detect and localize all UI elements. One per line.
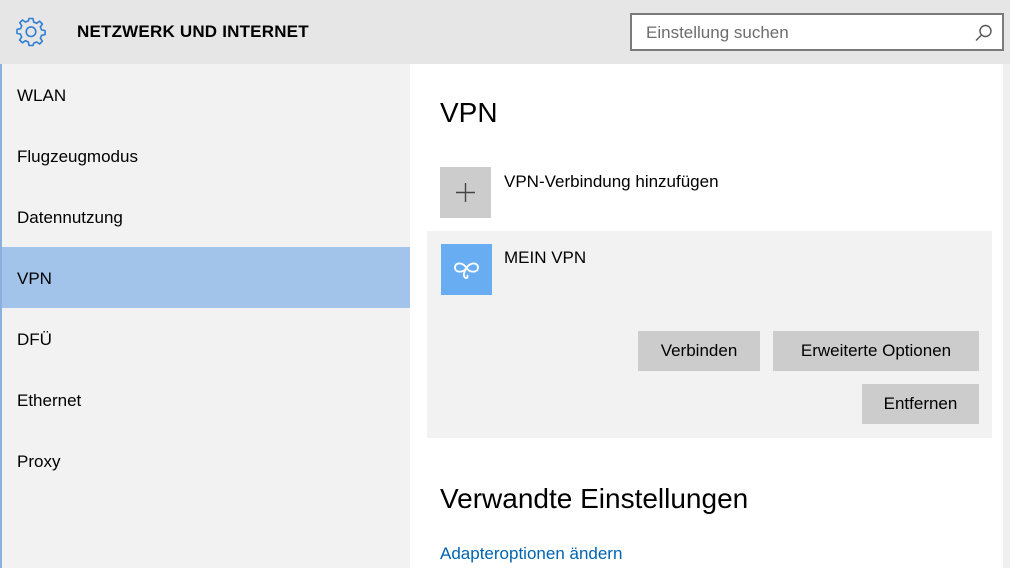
search-box[interactable] — [630, 13, 1004, 51]
vpn-connection-tile — [441, 244, 492, 295]
vpn-connection-card[interactable]: MEIN VPN Verbinden Erweiterte Optionen E… — [427, 231, 992, 438]
page-title: VPN — [440, 97, 498, 128]
title-bar: NETZWERK UND INTERNET — [0, 0, 1010, 64]
app-title: NETZWERK UND INTERNET — [77, 22, 309, 41]
add-vpn-button[interactable] — [440, 167, 491, 218]
main-content: VPN VPN-Verbindung hinzufügen MEIN VPN V… — [410, 64, 1010, 568]
gear-icon — [16, 17, 46, 47]
vpn-icon — [454, 262, 479, 279]
sidebar-item-label: DFÜ — [17, 330, 52, 349]
sidebar-item-label: Datennutzung — [17, 208, 123, 227]
sidebar-item-vpn[interactable]: VPN — [2, 247, 410, 308]
sidebar-item-datennutzung[interactable]: Datennutzung — [2, 186, 410, 247]
sidebar-item-label: Flugzeugmodus — [17, 147, 138, 166]
connect-button[interactable]: Verbinden — [638, 331, 760, 371]
search-icon[interactable] — [974, 23, 994, 43]
sidebar-item-label: Proxy — [17, 452, 61, 471]
adapter-options-link[interactable]: Adapteroptionen ändern — [440, 544, 622, 564]
sidebar: WLAN Flugzeugmodus Datennutzung VPN DFÜ … — [0, 64, 410, 568]
sidebar-item-label: Ethernet — [17, 391, 82, 410]
sidebar-item-ethernet[interactable]: Ethernet — [2, 369, 410, 430]
sidebar-item-dfue[interactable]: DFÜ — [2, 308, 410, 369]
sidebar-item-label: WLAN — [17, 86, 67, 105]
sidebar-item-proxy[interactable]: Proxy — [2, 430, 410, 491]
sidebar-item-label: VPN — [17, 269, 52, 288]
add-vpn-label[interactable]: VPN-Verbindung hinzufügen — [504, 172, 719, 192]
remove-button[interactable]: Entfernen — [862, 384, 979, 424]
related-settings-title: Verwandte Einstellungen — [440, 483, 749, 514]
vpn-connection-name: MEIN VPN — [504, 248, 587, 267]
sidebar-item-flugzeugmodus[interactable]: Flugzeugmodus — [2, 125, 410, 186]
advanced-options-button[interactable]: Erweiterte Optionen — [773, 331, 979, 371]
search-input[interactable] — [644, 22, 968, 44]
sidebar-item-wlan[interactable]: WLAN — [2, 64, 410, 125]
plus-icon — [456, 183, 475, 202]
